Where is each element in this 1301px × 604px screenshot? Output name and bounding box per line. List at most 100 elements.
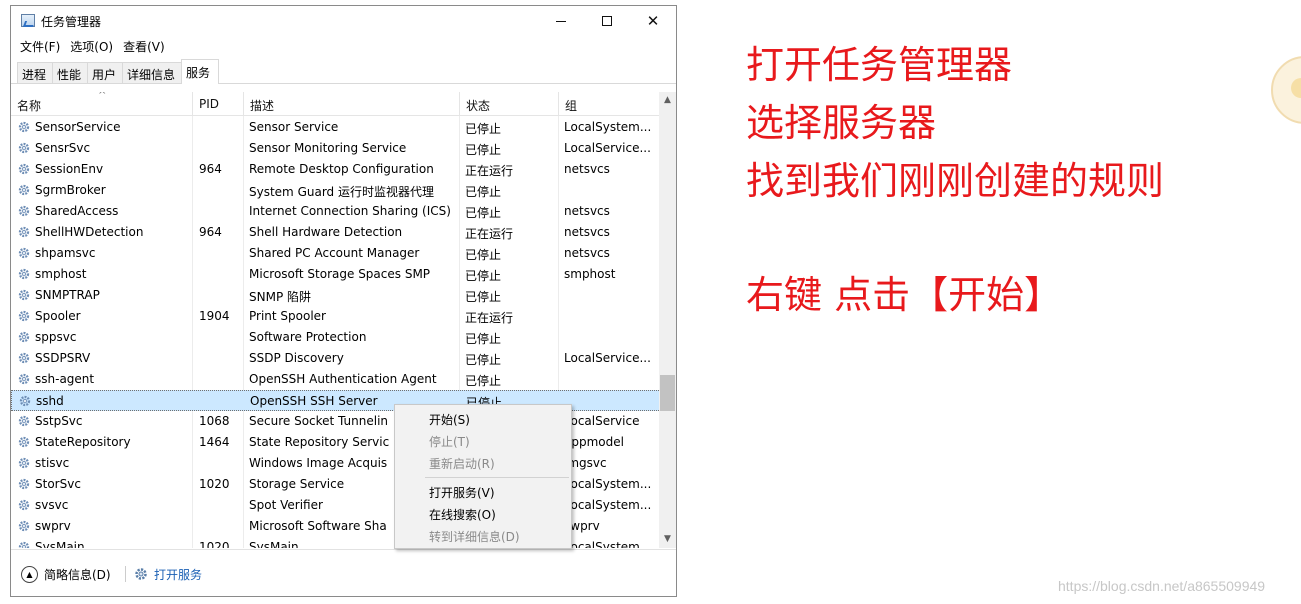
column-header-group[interactable]: 组 [559,92,661,116]
table-header: 名称 ^ PID 描述 状态 组 [11,92,661,116]
cell-status: 已停止 [465,248,502,262]
cell-status: 正在运行 [465,227,514,241]
column-header-name-label: 名称 [17,99,42,113]
service-gear-icon [18,310,30,322]
cell-group: LocalSystem... [564,498,652,512]
menu-options[interactable]: 选项(O) [65,36,118,56]
cell-name: SharedAccess [35,204,119,218]
close-icon: ✕ [646,12,660,30]
table-row[interactable]: Spooler 1904 Print Spooler 正在运行 [11,306,661,327]
context-menu-item[interactable]: 打开服务(V) [395,481,571,503]
menu-view[interactable]: 查看(V) [118,36,170,56]
service-gear-icon [18,142,30,154]
services-table: 名称 ^ PID 描述 状态 组 SensorService Sensor Ser… [11,92,676,548]
column-header-status[interactable]: 状态 [460,92,559,116]
close-button[interactable]: ✕ [630,6,676,36]
service-gear-icon [19,395,31,407]
title-bar[interactable]: 任务管理器 ✕ [11,6,676,36]
scroll-up-arrow-icon[interactable]: ▲ [659,92,676,109]
scrollbar-thumb[interactable] [660,375,675,411]
cell-description: System Guard 运行时监视器代理 [249,185,434,199]
menu-bar: 文件(F) 选项(O) 查看(V) [11,36,676,56]
cell-group: netsvcs [564,225,610,239]
context-menu-item: 停止(T) [429,435,470,449]
service-gear-icon [18,373,30,385]
cell-status: 已停止 [465,185,502,199]
cell-status: 已停止 [465,332,502,346]
table-row[interactable]: SharedAccess Internet Connection Sharing … [11,201,661,222]
cell-name: swprv [35,519,71,533]
context-menu: 开始(S) 停止(T) 重新启动(R) 打开服务(V) 在线搜索(O) 转到详细信息(D) [394,404,572,549]
vertical-scrollbar[interactable]: ▲ ▼ [659,92,676,548]
tab-users[interactable]: 用户 [87,62,123,83]
cell-name: shpamsvc [35,246,96,260]
tab-performance[interactable]: 性能 [52,62,88,83]
service-gear-icon [18,289,30,301]
cell-name: StateRepository [35,435,131,449]
cell-group: appmodel [564,435,624,449]
minimize-icon [556,20,566,22]
cell-status: 已停止 [465,353,502,367]
table-row[interactable]: sppsvc Software Protection 已停止 [11,327,661,348]
cell-description: Microsoft Storage Spaces SMP [249,267,431,281]
tab-strip: 进程 性能 用户 详细信息 服务 [11,58,676,84]
open-services-link[interactable]: 打开服务 [133,564,202,584]
table-row[interactable]: SensrSvc Sensor Monitoring Service 已停止 Loca… [11,138,661,159]
cell-group: LocalService [564,414,640,428]
table-row[interactable]: SessionEnv 964 Remote Desktop Configuratio… [11,159,661,180]
context-menu-item[interactable]: 在线搜索(O) [395,503,571,525]
service-gear-icon [18,436,30,448]
cell-pid: 1068 [199,414,230,428]
table-row[interactable]: ShellHWDetection 964 Shell Hardware Detect… [11,222,661,243]
cell-name: SgrmBroker [35,183,106,197]
fewer-details-button[interactable]: ▲ 简略信息(D) [21,564,111,584]
service-gear-icon [18,331,30,343]
scroll-down-arrow-icon[interactable]: ▼ [659,531,676,548]
maximize-button[interactable] [584,6,630,36]
service-gear-icon [18,352,30,364]
maximize-icon [602,16,612,26]
column-header-description[interactable]: 描述 [244,92,460,116]
cell-status: 已停止 [465,206,502,220]
cell-pid: 964 [199,162,222,176]
cell-name: smphost [35,267,87,281]
annotation-line-1: 打开任务管理器 [746,43,1013,87]
menu-file[interactable]: 文件(F) [15,36,65,56]
table-row[interactable]: shpamsvc Shared PC Account Manager 已停止 nets… [11,243,661,264]
cell-group: swprv [564,519,600,533]
cell-name: ssh-agent [35,372,95,386]
status-divider [125,566,126,582]
column-header-name[interactable]: 名称 ^ [11,92,193,116]
table-row[interactable]: smphost Microsoft Storage Spaces SMP 已停止 sm… [11,264,661,285]
context-menu-item[interactable]: 开始(S) [395,408,571,430]
cell-group: LocalSystem... [564,120,652,134]
cell-name: SysMain [35,540,85,548]
cell-name: SensrSvc [35,141,91,155]
cell-name: SstpSvc [35,414,83,428]
cell-description: Remote Desktop Configuration [249,162,434,176]
table-row[interactable]: SSDPSRV SSDP Discovery 已停止 LocalService... [11,348,661,369]
cell-description: Shared PC Account Manager [249,246,420,260]
cell-description: Print Spooler [249,309,326,323]
table-row[interactable]: SensorService Sensor Service 已停止 LocalSyste… [11,117,661,138]
column-header-pid[interactable]: PID [193,92,244,116]
cell-name: SensorService [35,120,121,134]
cell-group: imgsvc [564,456,607,470]
cell-pid: 964 [199,225,222,239]
watermark: https://blog.csdn.net/a865509949 [1058,578,1266,594]
cell-name: stisvc [35,456,70,470]
tab-details[interactable]: 详细信息 [122,62,182,83]
cell-name: sshd [36,394,64,408]
table-row[interactable]: ssh-agent OpenSSH Authentication Agent 已停止 [11,369,661,390]
cell-status: 已停止 [465,374,502,388]
tab-services[interactable]: 服务 [181,59,219,84]
task-manager-window: 任务管理器 ✕ 文件(F) 选项(O) 查看(V) 进程 性能 用户 详细信息 … [10,5,677,597]
service-gear-icon [18,268,30,280]
minimize-button[interactable] [538,6,584,36]
table-row[interactable]: SgrmBroker System Guard 运行时监视器代理 已停止 [11,180,661,201]
cell-group: netsvcs [564,162,610,176]
window-title: 任务管理器 [41,15,102,29]
cell-status: 已停止 [465,143,502,157]
tab-processes[interactable]: 进程 [17,62,53,83]
table-row[interactable]: SNMPTRAP SNMP 陷阱 已停止 [11,285,661,306]
